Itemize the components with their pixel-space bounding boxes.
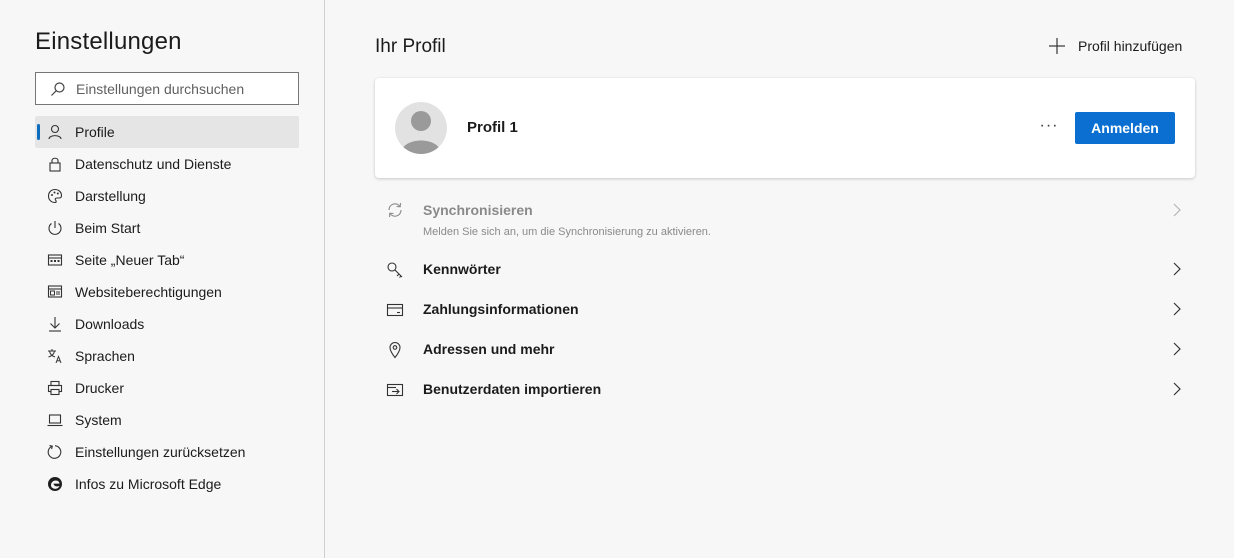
chevron-right-icon [1171,202,1183,218]
search-input[interactable] [76,80,276,97]
sidebar-item-label: Einstellungen zurücksetzen [75,444,246,460]
profile-name: Profil 1 [467,119,518,136]
add-profile-button[interactable]: Profil hinzufügen [1048,36,1182,56]
search-box[interactable] [35,72,299,105]
sidebar-item-reset[interactable]: Einstellungen zurücksetzen [35,436,299,468]
addresses-row[interactable]: Adressen und mehr [375,330,1195,370]
add-profile-label: Profil hinzufügen [1078,38,1183,54]
sidebar-item-label: Websiteberechtigungen [75,284,222,300]
sidebar-item-label: Drucker [75,380,125,396]
sidebar-item-new-tab[interactable]: Seite „Neuer Tab“ [35,244,299,276]
row-label: Zahlungsinformationen [423,301,579,317]
section-title: Ihr Profil [375,36,446,57]
plus-icon [1048,37,1066,55]
sidebar-item-label: Infos zu Microsoft Edge [75,476,222,492]
sidebar-item-privacy[interactable]: Datenschutz und Dienste [35,148,299,180]
sidebar-item-profile[interactable]: Profile [35,116,299,148]
payment-info-row[interactable]: Zahlungsinformationen [375,290,1195,330]
signin-button[interactable]: Anmelden [1075,112,1175,144]
download-icon [47,316,63,332]
row-description: Melden Sie sich an, um die Synchronisier… [423,226,711,238]
sidebar-item-label: Datenschutz und Dienste [75,156,232,172]
more-options-button[interactable]: ··· [1037,114,1061,138]
row-label: Kennwörter [423,261,501,277]
reset-icon [47,444,63,460]
power-icon [47,220,63,236]
sidebar-item-printers[interactable]: Drucker [35,372,299,404]
profile-card: Profil 1 ··· Anmelden [375,78,1195,178]
avatar [395,102,447,154]
sidebar-nav: Profile Datenschutz und Dienste Darstell… [35,116,299,500]
sidebar-item-startup[interactable]: Beim Start [35,212,299,244]
sync-row[interactable]: Synchronisieren Melden Sie sich an, um d… [375,190,1195,250]
location-pin-icon [386,341,404,359]
sidebar-item-system[interactable]: System [35,404,299,436]
profile-settings-list: Synchronisieren Melden Sie sich an, um d… [375,190,1195,410]
key-icon [386,261,404,279]
site-permissions-icon [47,284,63,300]
passwords-row[interactable]: Kennwörter [375,250,1195,290]
palette-icon [47,188,63,204]
sidebar-item-label: Downloads [75,316,145,332]
chevron-right-icon [1171,301,1183,317]
person-icon [47,124,63,140]
edge-logo-icon [47,476,63,492]
sync-icon [386,201,404,219]
row-label: Benutzerdaten importieren [423,381,602,397]
sidebar-item-downloads[interactable]: Downloads [35,308,299,340]
sidebar-item-label: Profile [75,124,115,140]
chevron-right-icon [1171,341,1183,357]
new-tab-icon [47,252,63,268]
language-icon [47,348,63,364]
row-label: Adressen und mehr [423,341,555,357]
sidebar-item-label: Beim Start [75,220,141,236]
printer-icon [47,380,63,396]
sidebar-item-label: Seite „Neuer Tab“ [75,252,185,268]
import-icon [386,381,404,399]
sidebar-item-label: Darstellung [75,188,146,204]
import-data-row[interactable]: Benutzerdaten importieren [375,370,1195,410]
sidebar-item-label: System [75,412,122,428]
sidebar-item-label: Sprachen [75,348,135,364]
lock-icon [47,156,63,172]
chevron-right-icon [1171,261,1183,277]
sidebar-item-languages[interactable]: Sprachen [35,340,299,372]
sidebar-item-appearance[interactable]: Darstellung [35,180,299,212]
row-label: Synchronisieren [423,202,533,218]
sidebar-item-about[interactable]: Infos zu Microsoft Edge [35,468,299,500]
sidebar-item-site-permissions[interactable]: Websiteberechtigungen [35,276,299,308]
page-title: Einstellungen [35,28,182,55]
sidebar: Einstellungen Profile Datenschutz und Di… [0,0,325,558]
laptop-icon [47,412,63,428]
chevron-right-icon [1171,381,1183,397]
card-icon [386,301,404,319]
search-icon [50,81,66,97]
